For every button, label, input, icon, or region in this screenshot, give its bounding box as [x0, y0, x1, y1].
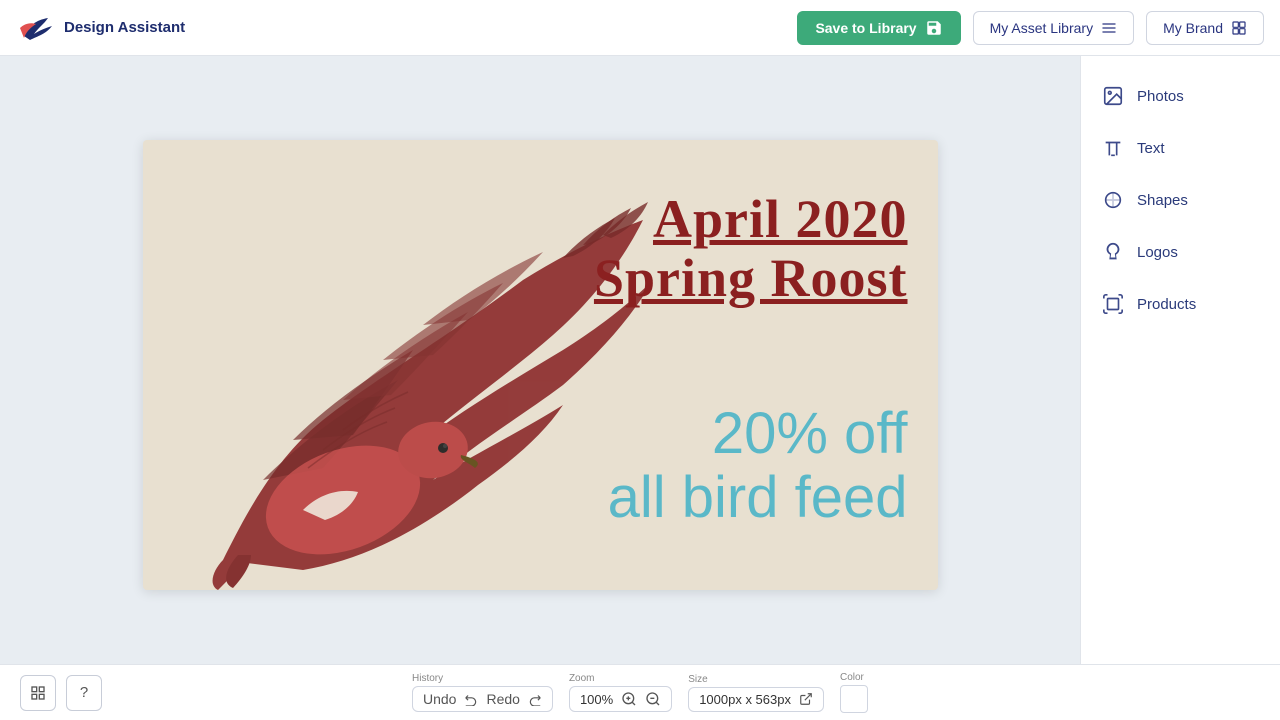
external-link-icon [799, 692, 813, 706]
sidebar-item-text[interactable]: Text [1081, 124, 1280, 172]
zoom-control: 100% [569, 686, 672, 712]
canvas-promo-line2: all bird feed [608, 466, 908, 530]
sidebar-item-logos[interactable]: Logos [1081, 228, 1280, 276]
brand-label: My Brand [1163, 20, 1223, 36]
toolbar-left-icons: ? [20, 675, 102, 711]
bottom-toolbar: ? History Undo Redo Zoom 100% [0, 664, 1280, 720]
zoom-label: Zoom [569, 673, 595, 684]
color-label: Color [840, 672, 864, 683]
redo-icon [528, 692, 542, 706]
color-group: Color [840, 672, 868, 713]
logos-icon [1101, 240, 1125, 264]
redo-button[interactable]: Redo [486, 691, 519, 707]
products-icon [1101, 292, 1125, 316]
app-title: Design Assistant [64, 19, 185, 36]
text-icon [1101, 136, 1125, 160]
color-swatch[interactable] [840, 685, 868, 713]
logo-area: Design Assistant [16, 8, 785, 48]
canvas-title-text[interactable]: April 2020 Spring Roost [594, 190, 908, 309]
sidebar-item-products[interactable]: Products [1081, 280, 1280, 328]
asset-library-label: My Asset Library [990, 20, 1093, 36]
asset-library-button[interactable]: My Asset Library [973, 11, 1134, 45]
size-control: 1000px x 563px [688, 687, 824, 712]
redo-label: Redo [486, 691, 519, 707]
main-layout: April 2020 Spring Roost 20% off all bird… [0, 56, 1280, 664]
canvas-title-line1: April 2020 [653, 189, 908, 249]
zoom-out-button[interactable] [645, 691, 661, 707]
header: Design Assistant Save to Library My Asse… [0, 0, 1280, 56]
design-canvas[interactable]: April 2020 Spring Roost 20% off all bird… [143, 140, 938, 590]
size-group: Size 1000px x 563px [688, 674, 824, 712]
sidebar-text-label: Text [1137, 140, 1165, 157]
history-label: History [412, 673, 443, 684]
help-button[interactable]: ? [66, 675, 102, 711]
header-actions: Save to Library My Asset Library My Bran… [797, 11, 1264, 45]
sidebar-logos-label: Logos [1137, 244, 1178, 261]
save-to-library-button[interactable]: Save to Library [797, 11, 960, 45]
history-control: Undo Redo [412, 686, 553, 712]
undo-icon [464, 692, 478, 706]
zoom-out-icon [645, 691, 661, 707]
logo-icon [16, 8, 56, 48]
sidebar-shapes-label: Shapes [1137, 192, 1188, 209]
zoom-value: 100% [580, 692, 613, 707]
help-icon: ? [80, 684, 88, 701]
shapes-icon [1101, 188, 1125, 212]
undo-label: Undo [423, 691, 456, 707]
sidebar-item-shapes[interactable]: Shapes [1081, 176, 1280, 224]
sidebar-item-photos[interactable]: Photos [1081, 72, 1280, 120]
history-group: History Undo Redo [412, 673, 553, 712]
undo-button[interactable]: Undo [423, 691, 456, 707]
photo-icon [1101, 84, 1125, 108]
right-sidebar: Photos Text Shapes Logos Products [1080, 56, 1280, 664]
save-icon [925, 19, 943, 37]
zoom-in-icon [621, 691, 637, 707]
brand-icon [1231, 20, 1247, 36]
size-label: Size [688, 674, 707, 685]
sidebar-photos-label: Photos [1137, 88, 1184, 105]
resize-button[interactable] [799, 692, 813, 706]
my-brand-button[interactable]: My Brand [1146, 11, 1264, 45]
canvas-promo-line1: 20% off [608, 402, 908, 466]
canvas-area: April 2020 Spring Roost 20% off all bird… [0, 56, 1080, 664]
toolbar-controls: History Undo Redo Zoom 100% [412, 672, 868, 713]
zoom-in-button[interactable] [621, 691, 637, 707]
menu-icon [1101, 20, 1117, 36]
size-value: 1000px x 563px [699, 692, 791, 707]
canvas-title-line2: Spring Roost [594, 248, 908, 308]
grid-icon [30, 685, 46, 701]
zoom-group: Zoom 100% [569, 673, 672, 712]
bird-illustration [143, 140, 663, 590]
grid-view-button[interactable] [20, 675, 56, 711]
sidebar-products-label: Products [1137, 296, 1196, 313]
canvas-promo-text[interactable]: 20% off all bird feed [608, 402, 908, 530]
save-label: Save to Library [815, 20, 916, 36]
